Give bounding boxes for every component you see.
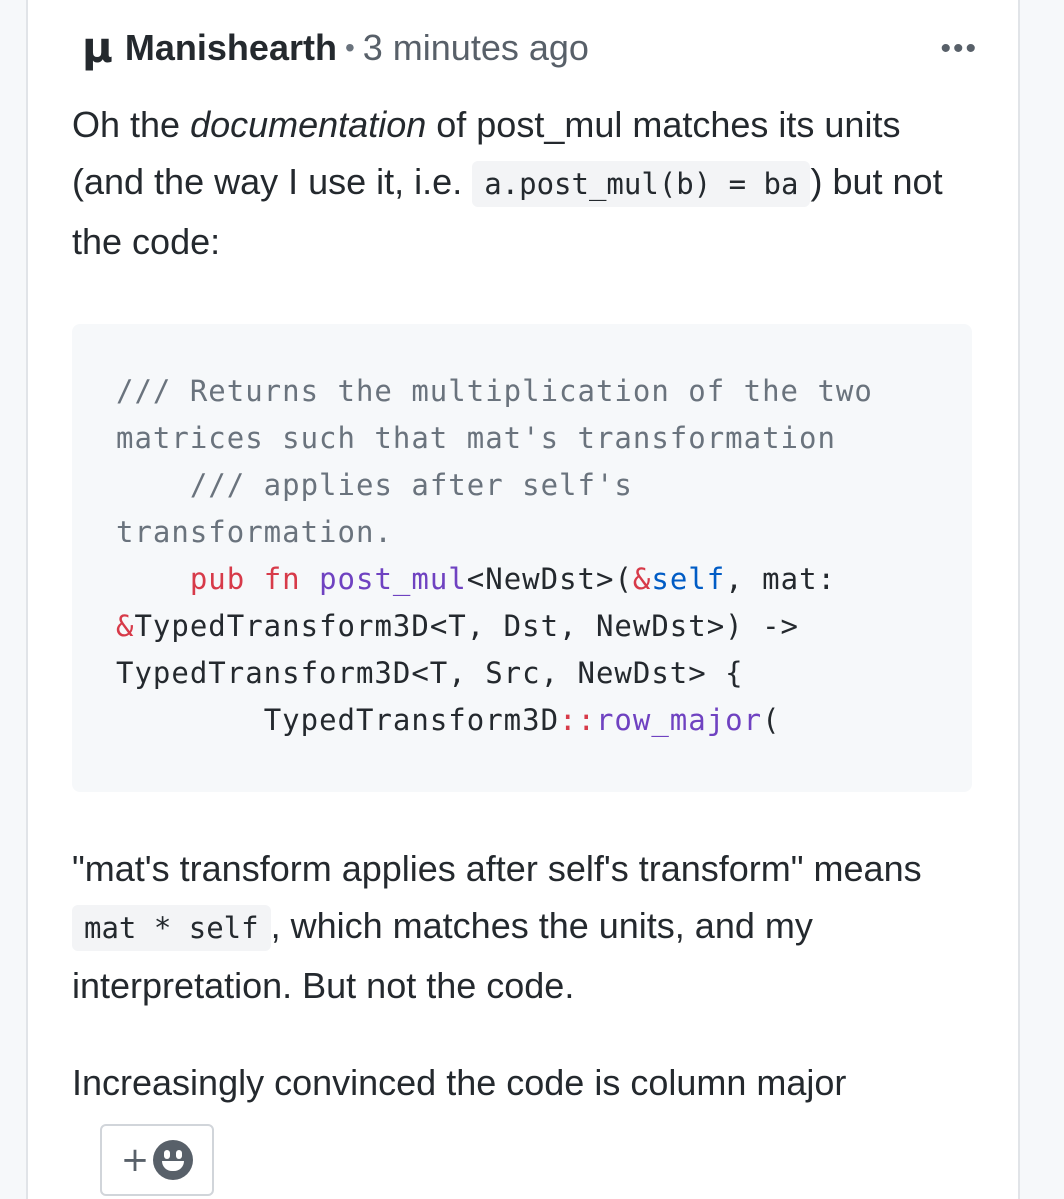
inline-code: mat * self xyxy=(72,905,271,951)
code-keyword: fn xyxy=(263,562,301,596)
code-self: self xyxy=(651,562,726,596)
code-ampersand: & xyxy=(632,562,652,596)
author-name[interactable]: Manishearth xyxy=(125,27,337,69)
paragraph-3: Increasingly convinced the code is colum… xyxy=(72,1062,847,1103)
emphasis-text: documentation xyxy=(190,104,427,145)
paragraph-1: Oh the documentation of post_mul matches… xyxy=(72,96,972,270)
comment-card: µ Manishearth • 3 minutes ago ••• Oh the… xyxy=(26,0,1020,1199)
code-method-name: row_major xyxy=(595,703,763,737)
inline-code: a.post_mul(b) = ba xyxy=(472,161,811,207)
code-text: , mat: xyxy=(725,562,855,596)
code-ampersand: & xyxy=(116,609,135,643)
paragraph-2: "mat's transform applies after self's tr… xyxy=(72,840,972,1014)
code-text: TypedTransform3D<T, Dst, NewDst>) -> Typ… xyxy=(116,609,818,690)
code-block: /// Returns the multiplication of the tw… xyxy=(72,324,972,792)
timestamp[interactable]: 3 minutes ago xyxy=(363,27,589,69)
add-reaction-button[interactable]: + xyxy=(100,1124,214,1196)
code-path-separator: :: xyxy=(559,703,596,737)
comment-header: µ Manishearth • 3 minutes ago ••• xyxy=(82,22,978,74)
code-text: <NewDst>( xyxy=(466,562,633,596)
avatar[interactable]: µ xyxy=(82,27,113,69)
more-options-icon[interactable]: ••• xyxy=(940,32,978,66)
separator-dot: • xyxy=(344,32,355,63)
comment-body: Oh the documentation of post_mul matches… xyxy=(72,96,972,1111)
code-function-name: post_mul xyxy=(319,562,467,596)
code-text: ( xyxy=(762,703,781,737)
plus-icon: + xyxy=(120,1140,150,1180)
code-comment: /// Returns the multiplication of the tw… xyxy=(116,374,892,455)
code-comment: /// applies after self's transformation. xyxy=(116,468,652,549)
code-text: TypedTransform3D xyxy=(263,703,560,737)
text: "mat's transform applies after self's tr… xyxy=(72,848,922,889)
smiley-icon xyxy=(153,1140,194,1180)
code-keyword: pub xyxy=(189,562,246,596)
text: Oh the xyxy=(72,104,191,145)
